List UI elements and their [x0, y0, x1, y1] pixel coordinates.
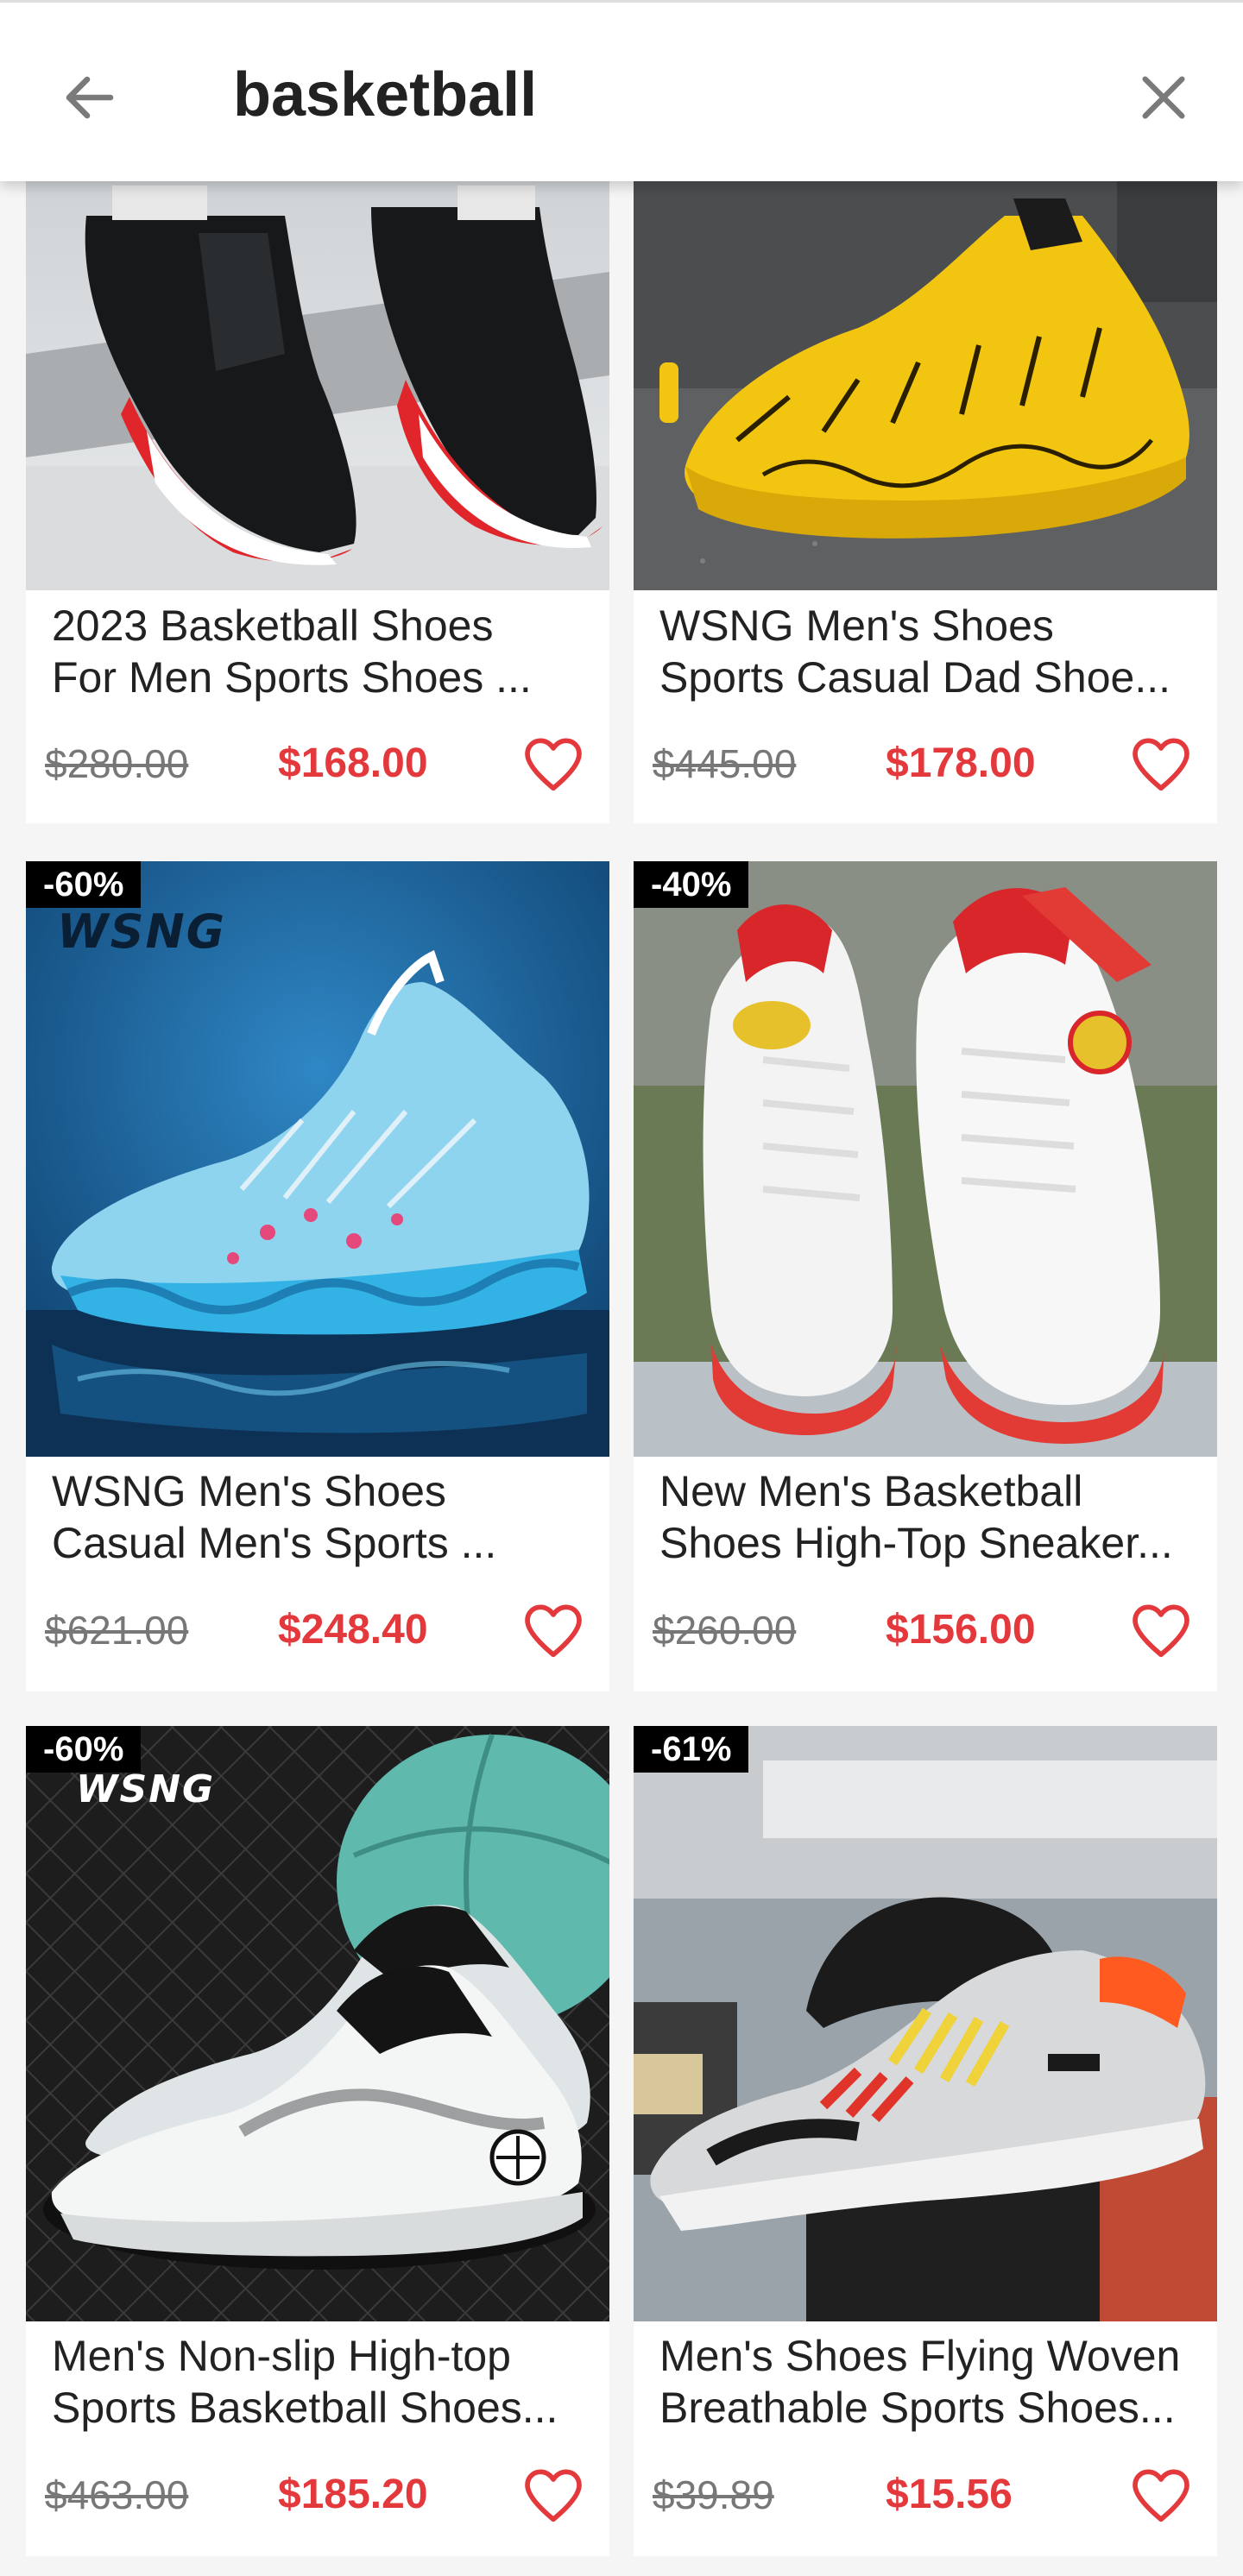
- discount-badge: -60%: [26, 1726, 142, 1773]
- product-title-line: Breathable Sports Shoes...: [659, 2384, 1176, 2432]
- clear-search-button[interactable]: [1122, 56, 1205, 139]
- close-icon: [1142, 76, 1185, 119]
- product-title-line: Casual Men's Sports ...: [52, 1519, 497, 1567]
- product-title-line: WSNG Men's Shoes: [52, 1467, 446, 1515]
- sale-price: $185.20: [278, 2472, 428, 2517]
- product-title: WSNG Men's Shoes Sports Casual Dad Shoe.…: [659, 600, 1195, 703]
- product-image: -60% WSNG: [26, 1726, 609, 2321]
- heart-icon: [1133, 738, 1189, 791]
- product-title-line: Shoes High-Top Sneaker...: [659, 1519, 1173, 1567]
- favorite-button[interactable]: [514, 725, 592, 803]
- product-title-line: For Men Sports Shoes ...: [52, 653, 532, 702]
- product-image: [26, 181, 609, 590]
- favorite-button[interactable]: [1122, 725, 1200, 803]
- product-title-line: Men's Shoes Flying Woven: [659, 2332, 1181, 2380]
- original-price: $445.00: [653, 741, 797, 786]
- back-button[interactable]: [48, 56, 131, 139]
- discount-badge: -60%: [26, 861, 142, 908]
- product-card[interactable]: WSNG Men's Shoes Sports Casual Dad Shoe.…: [634, 181, 1217, 823]
- sale-price: $156.00: [886, 1607, 1036, 1653]
- product-card[interactable]: -61% Men's Shoes Flying Woven Breathable…: [634, 1726, 1217, 2556]
- discount-badge: -40%: [634, 861, 749, 908]
- product-title-line: Sports Basketball Shoes...: [52, 2384, 558, 2432]
- sale-price: $248.40: [278, 1607, 428, 1653]
- search-header: [0, 0, 1243, 181]
- arrow-left-icon: [66, 76, 114, 119]
- product-image: -60% WSNG: [26, 861, 609, 1457]
- favorite-button[interactable]: [1122, 2456, 1200, 2534]
- original-price: $463.00: [45, 2472, 189, 2517]
- sale-price: $15.56: [886, 2472, 1013, 2517]
- product-title: Men's Shoes Flying Woven Breathable Spor…: [659, 2330, 1195, 2434]
- search-results-screen: 2023 Basketball Shoes For Men Sports Sho…: [0, 0, 1243, 2576]
- product-card[interactable]: -60% WSNG Men's Non-slip High-top Sports…: [26, 1726, 609, 2556]
- product-card[interactable]: 2023 Basketball Shoes For Men Sports Sho…: [26, 181, 609, 823]
- product-title: 2023 Basketball Shoes For Men Sports Sho…: [52, 600, 587, 703]
- favorite-button[interactable]: [514, 2456, 592, 2534]
- heart-icon: [525, 2469, 582, 2522]
- original-price: $280.00: [45, 741, 189, 786]
- original-price: $621.00: [45, 1608, 189, 1653]
- sale-price: $168.00: [278, 740, 428, 786]
- discount-badge: -61%: [634, 1726, 749, 1773]
- product-title-line: Sports Casual Dad Shoe...: [659, 653, 1170, 702]
- heart-icon: [525, 1604, 582, 1658]
- product-image: -61%: [634, 1726, 1217, 2321]
- product-card[interactable]: -40% New Men's Basketball Shoes High-Top…: [634, 861, 1217, 1691]
- product-title-line: WSNG Men's Shoes: [659, 601, 1054, 650]
- sale-price: $178.00: [886, 740, 1036, 786]
- favorite-button[interactable]: [1122, 1591, 1200, 1669]
- heart-icon: [1133, 1604, 1189, 1658]
- product-image: [634, 181, 1217, 590]
- product-title-line: New Men's Basketball: [659, 1467, 1083, 1515]
- heart-icon: [1133, 2469, 1189, 2522]
- product-card[interactable]: -60% WSNG WSNG Men's Shoes Casual Men's …: [26, 861, 609, 1691]
- product-title: WSNG Men's Shoes Casual Men's Sports ...: [52, 1465, 587, 1569]
- product-image: -40%: [634, 861, 1217, 1457]
- original-price: $260.00: [653, 1608, 797, 1653]
- search-input[interactable]: [233, 47, 1079, 142]
- product-title: Men's Non-slip High-top Sports Basketbal…: [52, 2330, 587, 2434]
- product-title-line: 2023 Basketball Shoes: [52, 601, 494, 650]
- product-title: New Men's Basketball Shoes High-Top Snea…: [659, 1465, 1195, 1569]
- original-price: $39.89: [653, 2472, 774, 2517]
- heart-icon: [525, 738, 582, 791]
- product-title-line: Men's Non-slip High-top: [52, 2332, 511, 2380]
- brand-logo: WSNG: [76, 1767, 216, 1811]
- brand-logo: WSNG: [57, 904, 226, 959]
- favorite-button[interactable]: [514, 1591, 592, 1669]
